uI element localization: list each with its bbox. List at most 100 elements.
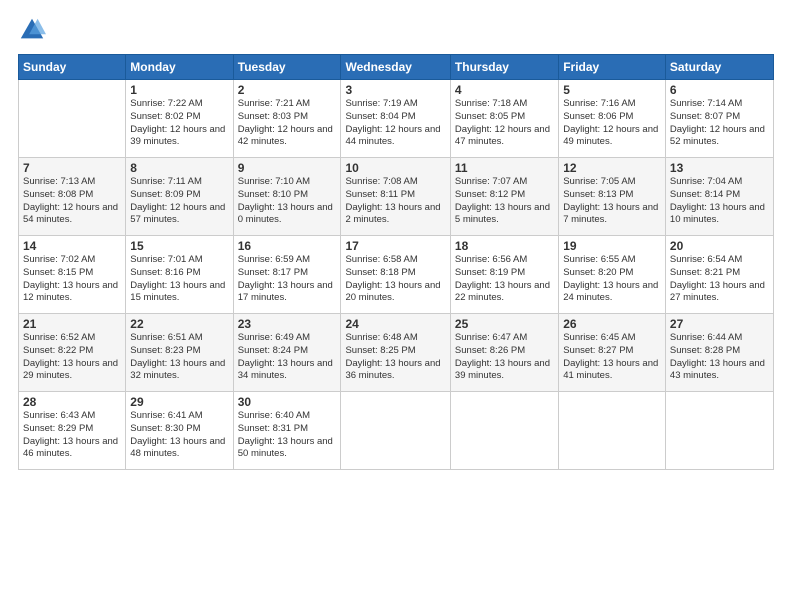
day-cell: 9Sunrise: 7:10 AM Sunset: 8:10 PM Daylig… — [233, 158, 341, 236]
day-info: Sunrise: 7:14 AM Sunset: 8:07 PM Dayligh… — [670, 98, 769, 149]
day-number: 3 — [345, 83, 445, 97]
day-number: 14 — [23, 239, 121, 253]
day-cell: 22Sunrise: 6:51 AM Sunset: 8:23 PM Dayli… — [126, 314, 233, 392]
day-cell: 27Sunrise: 6:44 AM Sunset: 8:28 PM Dayli… — [665, 314, 773, 392]
day-number: 4 — [455, 83, 554, 97]
day-number: 12 — [563, 161, 661, 175]
day-info: Sunrise: 7:05 AM Sunset: 8:13 PM Dayligh… — [563, 176, 661, 227]
day-cell: 15Sunrise: 7:01 AM Sunset: 8:16 PM Dayli… — [126, 236, 233, 314]
day-number: 30 — [238, 395, 337, 409]
weekday-header-saturday: Saturday — [665, 55, 773, 80]
day-info: Sunrise: 6:51 AM Sunset: 8:23 PM Dayligh… — [130, 332, 228, 383]
day-info: Sunrise: 6:58 AM Sunset: 8:18 PM Dayligh… — [345, 254, 445, 305]
week-row-1: 7Sunrise: 7:13 AM Sunset: 8:08 PM Daylig… — [19, 158, 774, 236]
week-row-4: 28Sunrise: 6:43 AM Sunset: 8:29 PM Dayli… — [19, 392, 774, 470]
day-cell: 25Sunrise: 6:47 AM Sunset: 8:26 PM Dayli… — [450, 314, 558, 392]
day-number: 10 — [345, 161, 445, 175]
day-cell: 21Sunrise: 6:52 AM Sunset: 8:22 PM Dayli… — [19, 314, 126, 392]
day-number: 21 — [23, 317, 121, 331]
day-cell: 5Sunrise: 7:16 AM Sunset: 8:06 PM Daylig… — [559, 80, 666, 158]
day-info: Sunrise: 6:41 AM Sunset: 8:30 PM Dayligh… — [130, 410, 228, 461]
day-cell: 12Sunrise: 7:05 AM Sunset: 8:13 PM Dayli… — [559, 158, 666, 236]
day-info: Sunrise: 7:13 AM Sunset: 8:08 PM Dayligh… — [23, 176, 121, 227]
weekday-header-friday: Friday — [559, 55, 666, 80]
weekday-header-sunday: Sunday — [19, 55, 126, 80]
day-cell: 13Sunrise: 7:04 AM Sunset: 8:14 PM Dayli… — [665, 158, 773, 236]
day-info: Sunrise: 6:47 AM Sunset: 8:26 PM Dayligh… — [455, 332, 554, 383]
day-number: 28 — [23, 395, 121, 409]
day-info: Sunrise: 6:52 AM Sunset: 8:22 PM Dayligh… — [23, 332, 121, 383]
weekday-header-tuesday: Tuesday — [233, 55, 341, 80]
day-info: Sunrise: 7:22 AM Sunset: 8:02 PM Dayligh… — [130, 98, 228, 149]
day-info: Sunrise: 6:45 AM Sunset: 8:27 PM Dayligh… — [563, 332, 661, 383]
day-cell — [450, 392, 558, 470]
day-number: 24 — [345, 317, 445, 331]
day-cell: 20Sunrise: 6:54 AM Sunset: 8:21 PM Dayli… — [665, 236, 773, 314]
day-number: 7 — [23, 161, 121, 175]
day-number: 1 — [130, 83, 228, 97]
day-cell — [665, 392, 773, 470]
day-cell — [559, 392, 666, 470]
day-cell: 30Sunrise: 6:40 AM Sunset: 8:31 PM Dayli… — [233, 392, 341, 470]
day-number: 22 — [130, 317, 228, 331]
week-row-0: 1Sunrise: 7:22 AM Sunset: 8:02 PM Daylig… — [19, 80, 774, 158]
day-cell: 24Sunrise: 6:48 AM Sunset: 8:25 PM Dayli… — [341, 314, 450, 392]
day-cell: 18Sunrise: 6:56 AM Sunset: 8:19 PM Dayli… — [450, 236, 558, 314]
day-cell: 10Sunrise: 7:08 AM Sunset: 8:11 PM Dayli… — [341, 158, 450, 236]
day-info: Sunrise: 7:02 AM Sunset: 8:15 PM Dayligh… — [23, 254, 121, 305]
day-cell: 26Sunrise: 6:45 AM Sunset: 8:27 PM Dayli… — [559, 314, 666, 392]
day-cell: 19Sunrise: 6:55 AM Sunset: 8:20 PM Dayli… — [559, 236, 666, 314]
day-cell: 6Sunrise: 7:14 AM Sunset: 8:07 PM Daylig… — [665, 80, 773, 158]
day-number: 9 — [238, 161, 337, 175]
day-info: Sunrise: 7:11 AM Sunset: 8:09 PM Dayligh… — [130, 176, 228, 227]
logo-icon — [18, 16, 46, 44]
day-info: Sunrise: 7:21 AM Sunset: 8:03 PM Dayligh… — [238, 98, 337, 149]
day-info: Sunrise: 6:44 AM Sunset: 8:28 PM Dayligh… — [670, 332, 769, 383]
day-cell: 29Sunrise: 6:41 AM Sunset: 8:30 PM Dayli… — [126, 392, 233, 470]
day-info: Sunrise: 6:59 AM Sunset: 8:17 PM Dayligh… — [238, 254, 337, 305]
day-number: 29 — [130, 395, 228, 409]
day-cell: 14Sunrise: 7:02 AM Sunset: 8:15 PM Dayli… — [19, 236, 126, 314]
day-cell: 23Sunrise: 6:49 AM Sunset: 8:24 PM Dayli… — [233, 314, 341, 392]
day-info: Sunrise: 7:08 AM Sunset: 8:11 PM Dayligh… — [345, 176, 445, 227]
day-number: 6 — [670, 83, 769, 97]
week-row-3: 21Sunrise: 6:52 AM Sunset: 8:22 PM Dayli… — [19, 314, 774, 392]
day-number: 13 — [670, 161, 769, 175]
day-info: Sunrise: 7:04 AM Sunset: 8:14 PM Dayligh… — [670, 176, 769, 227]
day-number: 15 — [130, 239, 228, 253]
day-cell: 2Sunrise: 7:21 AM Sunset: 8:03 PM Daylig… — [233, 80, 341, 158]
day-number: 17 — [345, 239, 445, 253]
weekday-header-row: SundayMondayTuesdayWednesdayThursdayFrid… — [19, 55, 774, 80]
day-cell: 3Sunrise: 7:19 AM Sunset: 8:04 PM Daylig… — [341, 80, 450, 158]
logo — [18, 16, 50, 44]
header — [18, 16, 774, 44]
day-number: 2 — [238, 83, 337, 97]
day-number: 8 — [130, 161, 228, 175]
day-cell: 7Sunrise: 7:13 AM Sunset: 8:08 PM Daylig… — [19, 158, 126, 236]
day-info: Sunrise: 6:56 AM Sunset: 8:19 PM Dayligh… — [455, 254, 554, 305]
day-number: 5 — [563, 83, 661, 97]
day-info: Sunrise: 6:55 AM Sunset: 8:20 PM Dayligh… — [563, 254, 661, 305]
day-number: 23 — [238, 317, 337, 331]
day-cell: 16Sunrise: 6:59 AM Sunset: 8:17 PM Dayli… — [233, 236, 341, 314]
weekday-header-thursday: Thursday — [450, 55, 558, 80]
day-number: 25 — [455, 317, 554, 331]
day-info: Sunrise: 7:07 AM Sunset: 8:12 PM Dayligh… — [455, 176, 554, 227]
day-number: 16 — [238, 239, 337, 253]
day-info: Sunrise: 7:01 AM Sunset: 8:16 PM Dayligh… — [130, 254, 228, 305]
calendar: SundayMondayTuesdayWednesdayThursdayFrid… — [18, 54, 774, 470]
weekday-header-wednesday: Wednesday — [341, 55, 450, 80]
day-info: Sunrise: 7:16 AM Sunset: 8:06 PM Dayligh… — [563, 98, 661, 149]
day-cell — [341, 392, 450, 470]
day-info: Sunrise: 7:18 AM Sunset: 8:05 PM Dayligh… — [455, 98, 554, 149]
day-number: 18 — [455, 239, 554, 253]
day-cell: 4Sunrise: 7:18 AM Sunset: 8:05 PM Daylig… — [450, 80, 558, 158]
day-info: Sunrise: 6:40 AM Sunset: 8:31 PM Dayligh… — [238, 410, 337, 461]
day-number: 11 — [455, 161, 554, 175]
day-cell — [19, 80, 126, 158]
page: SundayMondayTuesdayWednesdayThursdayFrid… — [0, 0, 792, 612]
day-cell: 17Sunrise: 6:58 AM Sunset: 8:18 PM Dayli… — [341, 236, 450, 314]
day-cell: 28Sunrise: 6:43 AM Sunset: 8:29 PM Dayli… — [19, 392, 126, 470]
weekday-header-monday: Monday — [126, 55, 233, 80]
day-cell: 1Sunrise: 7:22 AM Sunset: 8:02 PM Daylig… — [126, 80, 233, 158]
